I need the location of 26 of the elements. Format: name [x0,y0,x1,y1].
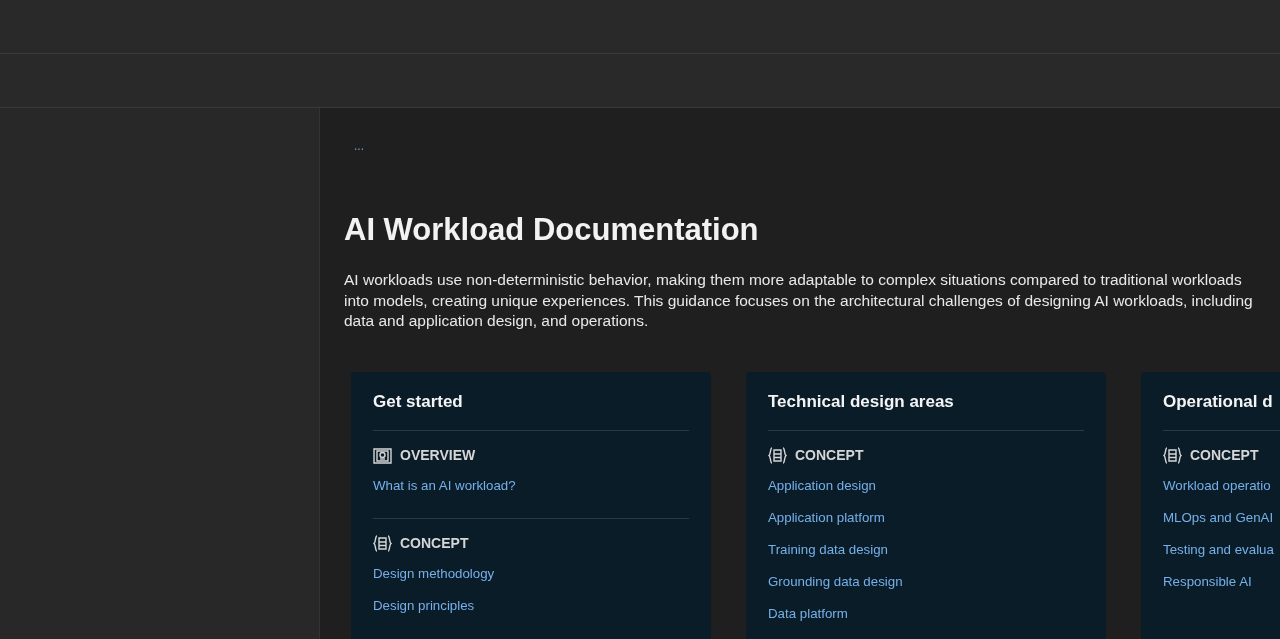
braces-list-icon [768,446,787,464]
card-title: Get started [373,391,464,412]
section-heading: OVERVIEW [400,447,476,463]
card-title: Technical design areas [768,391,955,412]
intro-paragraph: AI workloads use non-deterministic behavior, making them more adaptable to complex situations compared to traditional workloads into models, creating unique experiences. This guidance focuses on the architectural challenges of designing AI workloads, including data and application design, and operations. [344,270,1254,331]
topic-link[interactable]: Application platform [768,509,1084,525]
braces-list-icon [1163,446,1182,464]
page-title: AI Workload Documentation [344,212,760,248]
card-title: Operational d [1163,391,1274,412]
section-heading: CONCEPT [400,535,469,551]
topic-link[interactable]: Responsible AI [1163,573,1280,589]
topic-link[interactable]: Data platform [768,605,1084,621]
topic-link[interactable]: Design methodology [373,565,689,581]
topic-link[interactable]: Design principles [373,597,689,613]
braces-list-icon [373,534,392,552]
topic-link[interactable]: Testing and evalua [1163,541,1280,557]
document-magnifier-icon [373,446,392,464]
breadcrumb-more-button[interactable]: ... [344,139,364,153]
topic-link[interactable]: What is an AI workload? [373,477,689,493]
topic-link[interactable]: Workload operatio [1163,477,1280,493]
section-heading: CONCEPT [795,447,864,463]
topic-link[interactable]: Training data design [768,541,1084,557]
topic-link[interactable]: MLOps and GenAI [1163,509,1280,525]
topic-link[interactable]: Grounding data design [768,573,1084,589]
topic-link[interactable]: Application design [768,477,1084,493]
section-heading: CONCEPT [1190,447,1259,463]
